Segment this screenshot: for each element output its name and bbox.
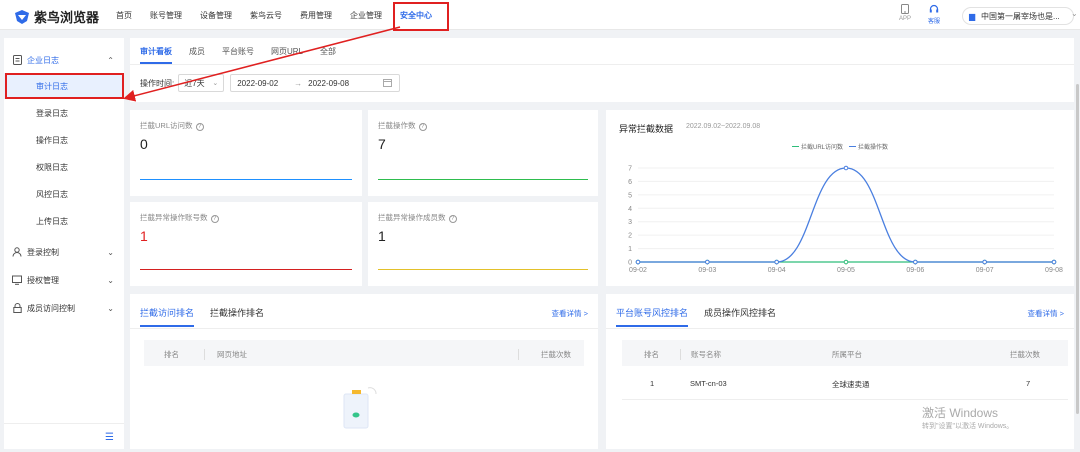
annotation-arrow xyxy=(123,26,401,102)
scrollbar[interactable] xyxy=(1076,84,1079,414)
